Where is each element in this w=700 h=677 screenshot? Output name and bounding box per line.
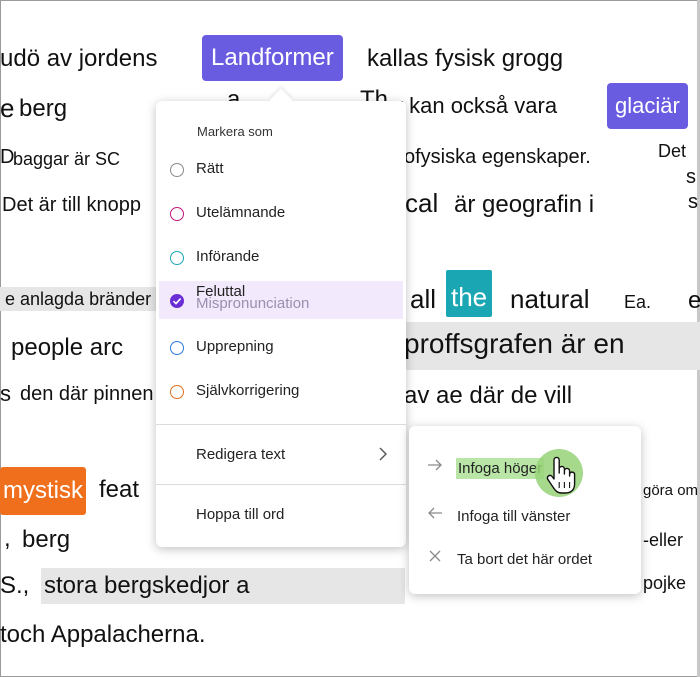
radio-icon[interactable] — [170, 163, 184, 177]
highlighted-word[interactable]: the — [446, 270, 493, 317]
menu-item-edit-text[interactable]: Redigera text — [156, 437, 406, 475]
arrow-right-icon — [427, 457, 443, 477]
word[interactable]: e — [0, 95, 14, 121]
menu-item-omission[interactable]: Utelämnande — [156, 195, 406, 233]
word[interactable]: e — [688, 289, 700, 313]
highlighted-word[interactable]: glaciär — [607, 83, 688, 129]
menu-item-label: Utelämnande — [196, 204, 286, 221]
radio-icon[interactable] — [170, 385, 184, 399]
hand-pointer-icon — [546, 455, 576, 500]
submenu-item-label: Infoga höger — [456, 458, 545, 479]
word[interactable]: toch Appalacherna. — [0, 623, 206, 647]
word[interactable]: pojke — [643, 574, 686, 592]
word[interactable]: S., — [0, 574, 29, 598]
arrow-left-icon — [427, 505, 443, 525]
menu-item-correct[interactable]: Rätt — [156, 151, 406, 189]
edit-text-submenu: Infoga höger Infoga till vänster Ta bort… — [409, 426, 641, 594]
word[interactable]: s — [0, 383, 11, 405]
menu-item-repetition[interactable]: Upprepning — [156, 329, 406, 367]
submenu-insert-right[interactable]: Infoga höger — [409, 450, 641, 486]
submenu-item-label: Infoga till vänster — [457, 508, 571, 525]
radio-checked-icon[interactable] — [170, 294, 184, 308]
word[interactable]: berg — [19, 97, 67, 121]
menu-item-self-correction[interactable]: Självkorrigering — [156, 373, 406, 411]
menu-item-skip-to-word[interactable]: Hoppa till ord — [156, 497, 406, 535]
word[interactable]: udö av jordens — [0, 47, 157, 71]
word[interactable]: kallas fysisk grogg — [367, 47, 563, 71]
word[interactable]: , — [4, 527, 11, 551]
word[interactable]: Det — [658, 142, 686, 160]
menu-divider — [156, 484, 406, 485]
word[interactable]: berg — [22, 528, 70, 552]
word[interactable]: Ea. — [624, 293, 651, 311]
submenu-delete-word[interactable]: Ta bort det här ordet — [409, 541, 641, 577]
chevron-right-icon — [378, 447, 388, 466]
word[interactable]: stora bergskedjor a — [44, 574, 249, 598]
menu-item-label: Rätt — [196, 160, 224, 177]
word[interactable]: feat — [99, 478, 139, 502]
menu-item-label: Upprepning — [196, 338, 274, 355]
word[interactable]: y kan också vara — [392, 95, 557, 117]
word[interactable]: s — [688, 192, 698, 212]
word[interactable]: s — [686, 167, 696, 187]
close-icon — [427, 548, 443, 569]
highlighted-word[interactable]: mystisk — [0, 467, 86, 515]
menu-item-label: Införande — [196, 248, 260, 265]
word[interactable]: people arc — [11, 336, 123, 360]
word[interactable]: av ae där de vill — [404, 384, 572, 408]
word[interactable]: cal — [405, 190, 438, 216]
word[interactable]: -eller — [643, 531, 683, 549]
menu-item-insertion[interactable]: Införande — [156, 239, 406, 277]
word[interactable]: är geografin i — [454, 193, 594, 217]
radio-icon[interactable] — [170, 207, 184, 221]
submenu-item-label: Ta bort det här ordet — [457, 551, 593, 568]
mark-as-menu: Markera som Rätt Utelämnande Införande M… — [156, 101, 406, 547]
word[interactable]: natural — [510, 286, 590, 312]
word[interactable]: proffsgrafen är en — [404, 330, 625, 358]
menu-item-label: Självkorrigering — [196, 382, 300, 399]
word[interactable]: e anlagda bränder — [0, 287, 158, 311]
radio-icon[interactable] — [170, 251, 184, 265]
menu-divider — [156, 424, 406, 425]
menu-item-label: Hoppa till ord — [196, 506, 285, 523]
submenu-insert-left[interactable]: Infoga till vänster — [409, 498, 641, 534]
word[interactable]: den där pinnen — [20, 384, 153, 404]
word[interactable]: Det är till knopp — [2, 195, 141, 215]
menu-header: Markera som — [197, 124, 273, 139]
word[interactable]: göra om — [643, 483, 698, 498]
selected-word[interactable]: Landformer — [202, 35, 343, 81]
radio-icon[interactable] — [170, 341, 184, 355]
menu-item-label: Feluttal — [196, 283, 246, 300]
word[interactable]: ofysiska egenskaper. — [404, 147, 591, 167]
word[interactable]: all — [410, 286, 436, 312]
word[interactable]: baggar är SC — [13, 150, 120, 168]
menu-item-label: Redigera text — [196, 446, 286, 463]
menu-item-mispronunciation[interactable]: Mispronunciation Feluttal — [159, 281, 403, 319]
